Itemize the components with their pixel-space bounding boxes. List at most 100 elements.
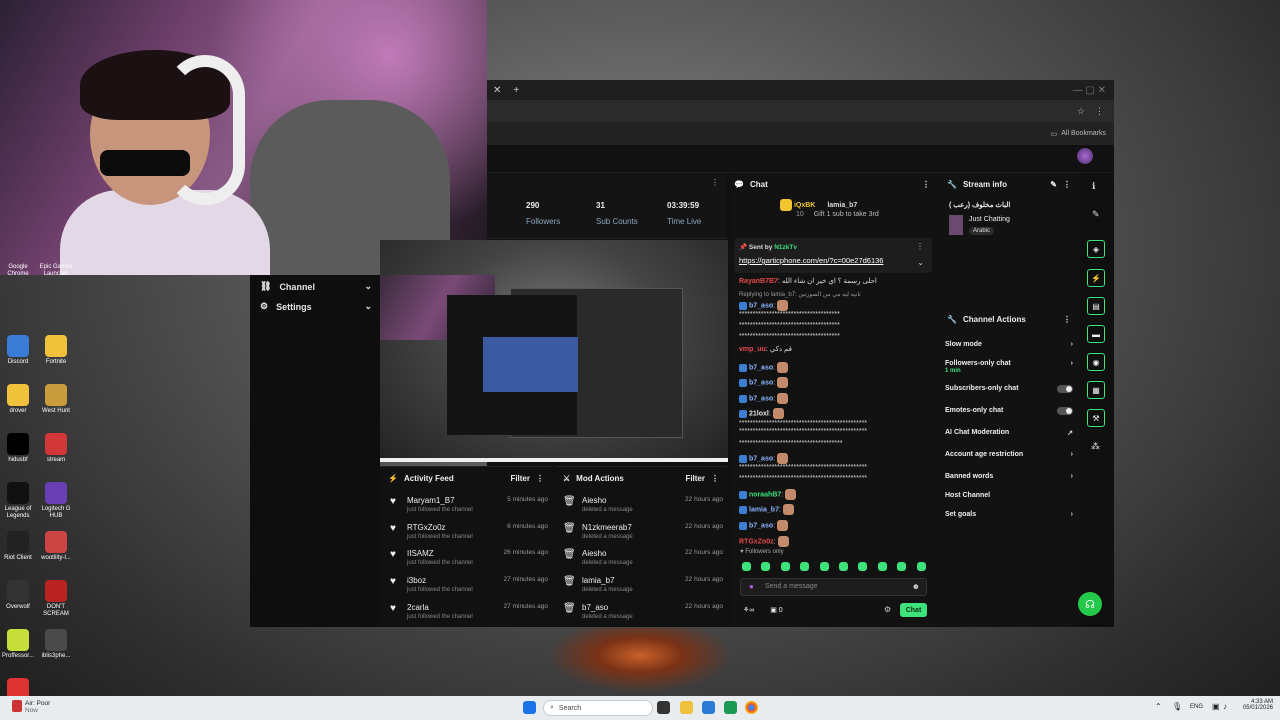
gear-icon[interactable]: ⚙: [884, 605, 891, 614]
desktop-icon[interactable]: stream: [36, 433, 76, 464]
chrome-icon[interactable]: [745, 701, 758, 714]
emote-button[interactable]: [800, 562, 810, 571]
toggle-switch[interactable]: [1057, 407, 1073, 415]
users-icon[interactable]: ⁂: [1091, 441, 1100, 452]
activity-row[interactable]: ♥ 2carla just followed the channel 27 mi…: [388, 603, 548, 620]
chat-message[interactable]: b7_aso:: [739, 453, 789, 464]
channel-action-set-goals[interactable]: Set goals ›: [945, 511, 1073, 518]
more-icon[interactable]: ⋮: [711, 474, 719, 483]
file-explorer-icon[interactable]: [680, 701, 693, 714]
chat-message[interactable]: RTGxZo0z:: [739, 536, 789, 547]
chat-message[interactable]: vmp_uu: قم دكي: [739, 345, 792, 353]
filter-button[interactable]: Filter: [685, 474, 705, 483]
nav-settings[interactable]: ⚙ Settings ⌄: [260, 301, 372, 312]
volume-icon[interactable]: ♪: [1223, 702, 1227, 711]
broadcast-icon[interactable]: ◉: [1087, 353, 1105, 371]
chat-username[interactable]: b7_aso: [749, 395, 773, 402]
chat-message[interactable]: Replying to lamia_b7: ثانيه ليه مي من ال…: [739, 291, 861, 298]
app-icon[interactable]: [724, 701, 737, 714]
activity-row[interactable]: ♥ i3boz just followed the channel 27 min…: [388, 576, 548, 593]
chat-input[interactable]: ● Send a message ☻: [740, 578, 927, 596]
chevron-up-icon[interactable]: ⌃: [1155, 702, 1162, 711]
chat-message[interactable]: *************************************: [739, 333, 840, 340]
chat-username[interactable]: RayanB7B7: [739, 278, 778, 285]
chevron-down-icon[interactable]: ⌄: [917, 258, 924, 267]
filter-button[interactable]: Filter: [510, 474, 530, 483]
window-controls[interactable]: — ▢ ✕: [1073, 85, 1106, 96]
chat-username[interactable]: b7_aso: [749, 364, 773, 371]
activity-row[interactable]: ♥ Maryam1_B7 just followed the channel 5…: [388, 496, 548, 513]
chat-send-button[interactable]: Chat: [900, 603, 927, 617]
chat-message[interactable]: *************************************: [739, 322, 840, 329]
chat-username[interactable]: RTGxZo0z: [739, 538, 774, 545]
chat-message[interactable]: *************************************: [739, 311, 840, 318]
mod-action-row[interactable]: 🗑 b7_aso deleted a message 22 hours ago: [563, 603, 723, 620]
chat-message[interactable]: b7_aso:: [739, 300, 789, 311]
emote-button[interactable]: [742, 562, 751, 571]
chat-message[interactable]: ****************************************…: [739, 428, 867, 435]
network-icon[interactable]: ▣: [1212, 702, 1220, 711]
activity-row[interactable]: ♥ RTGxZo0z just followed the channel 6 m…: [388, 523, 548, 540]
chat-message[interactable]: noraahB7:: [739, 489, 797, 500]
desktop-icon[interactable]: League of Legends: [0, 482, 38, 520]
chat-message[interactable]: **************************************: [739, 440, 843, 447]
activity-row[interactable]: ♥ IISAMZ just followed the channel 26 mi…: [388, 549, 548, 566]
chat-message[interactable]: 21loxl:: [739, 408, 784, 419]
chat-message[interactable]: b7_aso:: [739, 377, 789, 388]
chat-username[interactable]: b7_aso: [749, 455, 773, 462]
toggle-switch[interactable]: [1057, 385, 1073, 393]
all-bookmarks[interactable]: All Bookmarks: [1061, 130, 1106, 137]
desktop-icon[interactable]: Fortnite: [36, 335, 76, 366]
document-icon[interactable]: ▤: [1087, 297, 1105, 315]
desktop-icon[interactable]: Logitech G HUB: [36, 482, 76, 520]
more-icon[interactable]: ⋮: [536, 474, 544, 483]
chat-message[interactable]: b7_aso:: [739, 393, 789, 404]
emote-button[interactable]: [839, 562, 848, 571]
emoji-icon[interactable]: ☻: [912, 582, 920, 591]
channel-action-banned-words[interactable]: Banned words ›: [945, 473, 1073, 480]
tag-badge[interactable]: Arabic: [969, 227, 995, 235]
mic-icon[interactable]: 🎙: [1172, 702, 1182, 711]
desktop-icon[interactable]: Riot Client: [0, 531, 38, 562]
shield-icon[interactable]: ◈: [1087, 240, 1105, 258]
desktop-icon[interactable]: drover: [0, 384, 38, 415]
channel-action-followers-only-chat[interactable]: Followers-only chat 1 min ›: [945, 360, 1073, 374]
store-icon[interactable]: [702, 701, 715, 714]
language-indicator[interactable]: ENG: [1190, 704, 1203, 710]
desktop-icon[interactable]: Epic Games Launcher: [36, 264, 76, 278]
channel-action-ai-chat-moderation[interactable]: AI Chat Moderation ↗: [945, 429, 1073, 437]
pinned-link[interactable]: https://garticphone.com/en/?c=00e27d6136: [739, 256, 883, 265]
nav-channel[interactable]: ⛓ Channel ⌄: [260, 281, 372, 292]
channel-action-account-age-restriction[interactable]: Account age restriction ›: [945, 451, 1073, 458]
chat-bubble-icon[interactable]: ▬: [1087, 325, 1105, 343]
info-icon[interactable]: ℹ: [1092, 181, 1095, 192]
channel-action-host-channel[interactable]: Host Channel: [945, 492, 1073, 499]
layout-icon[interactable]: ▦: [1087, 381, 1105, 399]
edit-icon[interactable]: ✎: [1050, 180, 1057, 189]
more-icon[interactable]: ⋮: [922, 180, 930, 189]
pin-toggle-icon[interactable]: ⋮: [916, 242, 924, 251]
help-icon[interactable]: ☊: [1078, 592, 1102, 616]
start-icon[interactable]: [523, 701, 536, 714]
more-icon[interactable]: ⋮: [1063, 180, 1071, 189]
task-view-icon[interactable]: [657, 701, 670, 714]
emote-button[interactable]: [916, 562, 926, 571]
new-tab-icon[interactable]: +: [513, 85, 519, 96]
chat-message[interactable]: ****************************************…: [739, 475, 867, 482]
pencil-icon[interactable]: ✎: [1092, 209, 1100, 220]
chat-message[interactable]: lamia_b7:: [739, 504, 794, 515]
emote-button[interactable]: [897, 562, 907, 571]
channel-action-emotes-only-chat[interactable]: Emotes-only chat: [945, 407, 1073, 415]
chat-username[interactable]: noraahB7: [749, 491, 781, 498]
taskbar-search[interactable]: ⌕ Search: [543, 700, 653, 716]
mod-action-row[interactable]: 🗑 Aiesho deleted a message 22 hours ago: [563, 549, 723, 566]
desktop-icon[interactable]: wootility-l...: [36, 531, 76, 562]
emote-button[interactable]: [780, 562, 790, 571]
mod-action-row[interactable]: 🗑 Aiesho deleted a message 22 hours ago: [563, 496, 723, 513]
desktop-icon[interactable]: DON'T SCREAM: [36, 580, 76, 618]
chat-username[interactable]: b7_aso: [749, 302, 773, 309]
points-icon[interactable]: ⚘∞: [743, 607, 754, 614]
clock[interactable]: 4:33 AM 05/01/2026: [1237, 699, 1273, 711]
chat-message[interactable]: ****************************************…: [739, 464, 867, 471]
emote-button[interactable]: [761, 562, 771, 571]
